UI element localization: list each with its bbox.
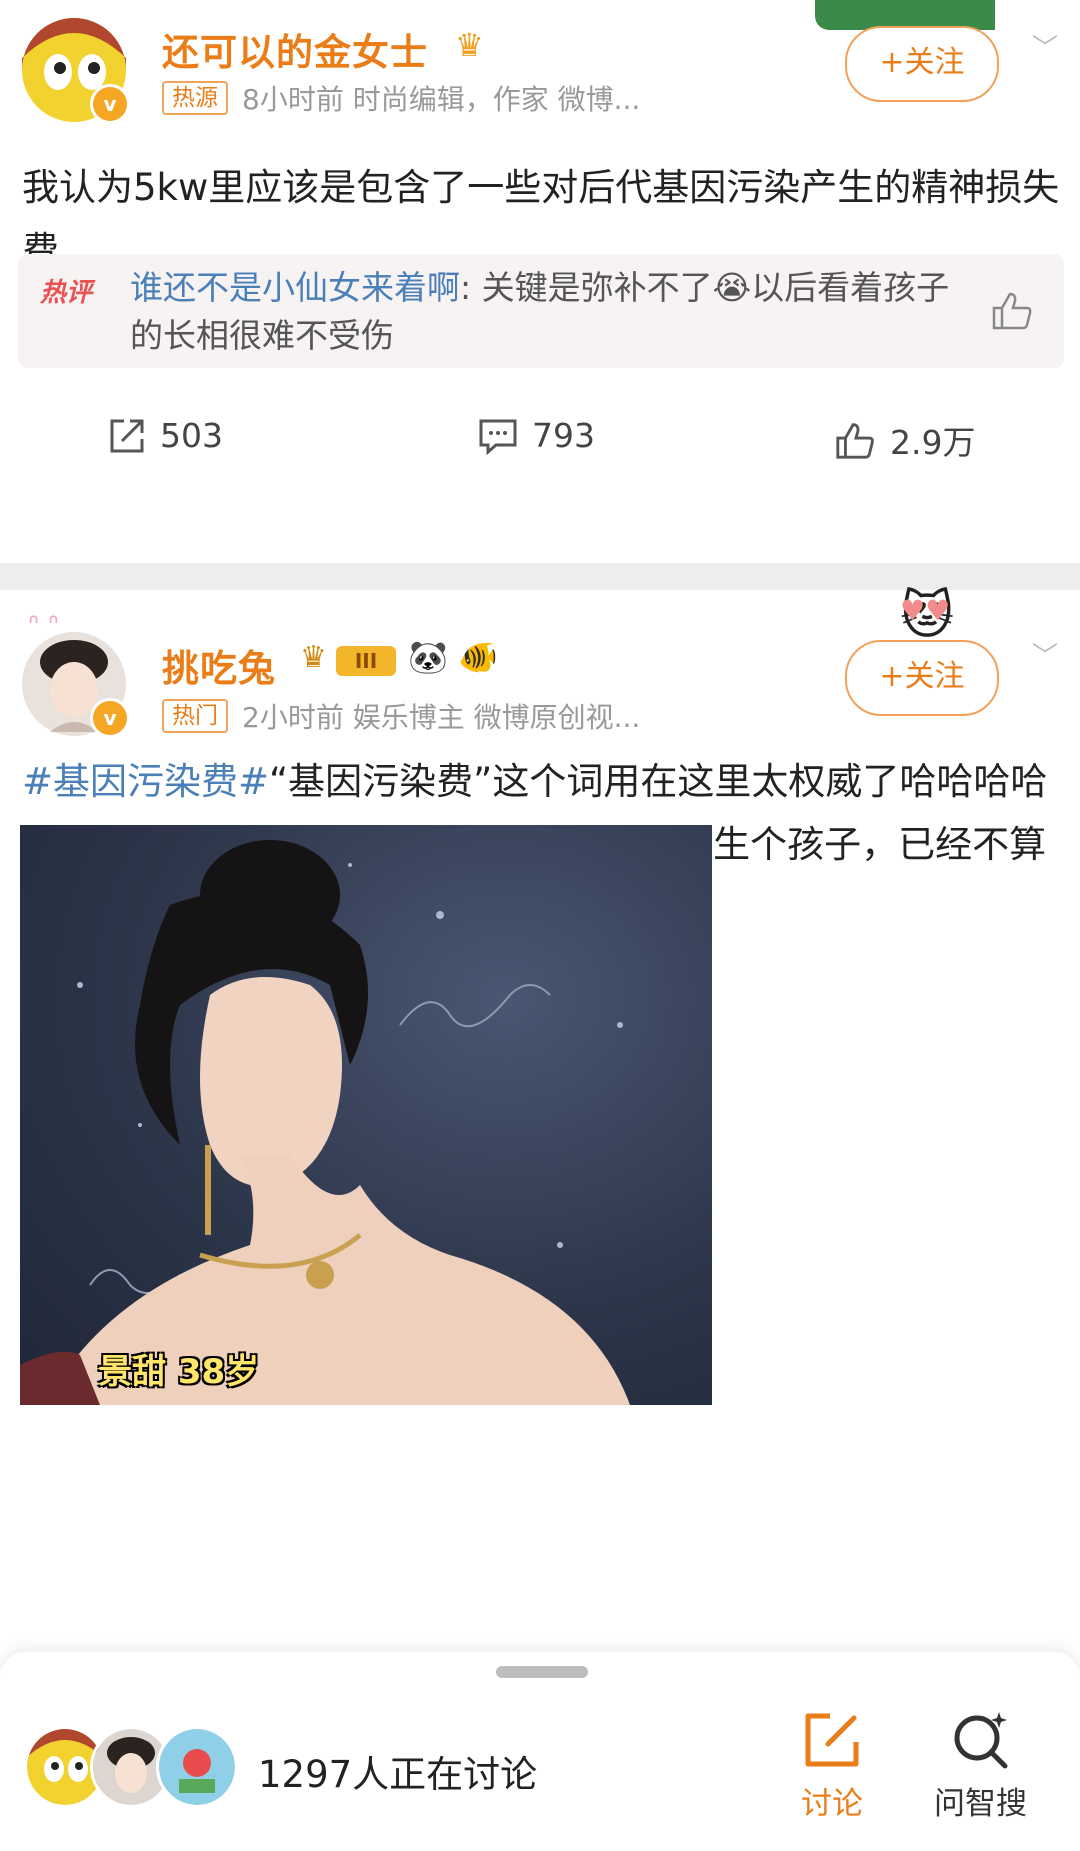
username[interactable]: 挑吃兔: [162, 638, 276, 692]
fish-icon: 🐠: [458, 638, 498, 676]
panda-icon: 🐼: [408, 638, 448, 676]
share-icon: [110, 419, 144, 452]
meta-text: 8小时前 时尚编辑，作家 微博...: [242, 83, 641, 116]
comment-count: 793: [532, 416, 595, 455]
bunny-ears-icon: ᐢ ᐢ: [28, 608, 59, 641]
post-meta: 热源 8小时前 时尚编辑，作家 微博...: [162, 78, 640, 118]
hearts-icon: ♥♥: [900, 594, 951, 627]
photo-illustration: [20, 840, 630, 1405]
follow-button[interactable]: +关注: [845, 26, 999, 102]
share-count: 503: [160, 416, 223, 455]
level-badge-icon: III: [336, 646, 396, 676]
hot-comment[interactable]: 热评 谁还不是小仙女来着啊: 关键是弥补不了😭以后看着孩子的长相很难不受伤: [18, 254, 1064, 368]
hot-tag: 热门: [162, 699, 228, 733]
chevron-down-icon[interactable]: ﹀: [1032, 636, 1058, 673]
thumbs-up-icon: [836, 423, 874, 459]
hot-comment-text: 谁还不是小仙女来着啊: 关键是弥补不了😭以后看着孩子的长相很难不受伤: [130, 264, 960, 360]
search-sparkle-icon: [954, 1712, 1007, 1769]
hot-comment-user[interactable]: 谁还不是小仙女来着啊: [130, 268, 460, 307]
hot-source-tag: 热源: [162, 81, 228, 115]
follow-button[interactable]: +关注: [845, 640, 999, 716]
discussion-bar: 1297人正在讨论 讨论 问智搜: [0, 1652, 1080, 1851]
like-button[interactable]: 2.9万: [834, 416, 975, 464]
thumbs-up-icon[interactable]: [990, 290, 1034, 334]
edit-icon: [805, 1713, 859, 1767]
avatar[interactable]: v: [22, 18, 130, 124]
hot-comment-tag: 热评: [40, 278, 93, 308]
topic-link[interactable]: #基因污染费#: [22, 760, 269, 803]
discuss-button[interactable]: 讨论: [800, 1710, 864, 1823]
image-caption: 景甜 38岁: [98, 1352, 260, 1392]
verified-badge-icon: v: [90, 84, 130, 124]
participant-avatar: [156, 1726, 238, 1808]
username[interactable]: 还可以的金女士: [162, 22, 428, 76]
post-meta: 热门 2小时前 娱乐博主 微博原创视...: [162, 696, 640, 736]
comment-icon: [479, 419, 517, 455]
ask-search-button[interactable]: 问智搜: [934, 1710, 1027, 1823]
post-image[interactable]: 景甜 38岁: [20, 825, 712, 1405]
like-count: 2.9万: [890, 423, 976, 462]
action-bar: 503 793 2.9万: [0, 400, 1080, 480]
discussion-count[interactable]: 1297人正在讨论: [258, 1744, 537, 1798]
verified-badge-icon: v: [90, 698, 130, 738]
drag-handle[interactable]: [496, 1666, 588, 1678]
chevron-down-icon[interactable]: ﹀: [1032, 28, 1058, 65]
crown-icon: ♛: [455, 26, 484, 64]
avatar[interactable]: v: [22, 632, 130, 738]
meta-text: 2小时前 娱乐博主 微博原创视...: [242, 701, 641, 734]
discuss-label: 讨论: [801, 1786, 863, 1822]
vip-crown-icon: ♛: [300, 640, 327, 675]
comment-button[interactable]: 793: [478, 416, 595, 455]
share-button[interactable]: 503: [108, 416, 223, 455]
ask-search-label: 问智搜: [934, 1786, 1027, 1822]
post-card: v 还可以的金女士 ♛ 热源 8小时前 时尚编辑，作家 微博... +关注 ﹀ 我…: [0, 0, 1080, 563]
